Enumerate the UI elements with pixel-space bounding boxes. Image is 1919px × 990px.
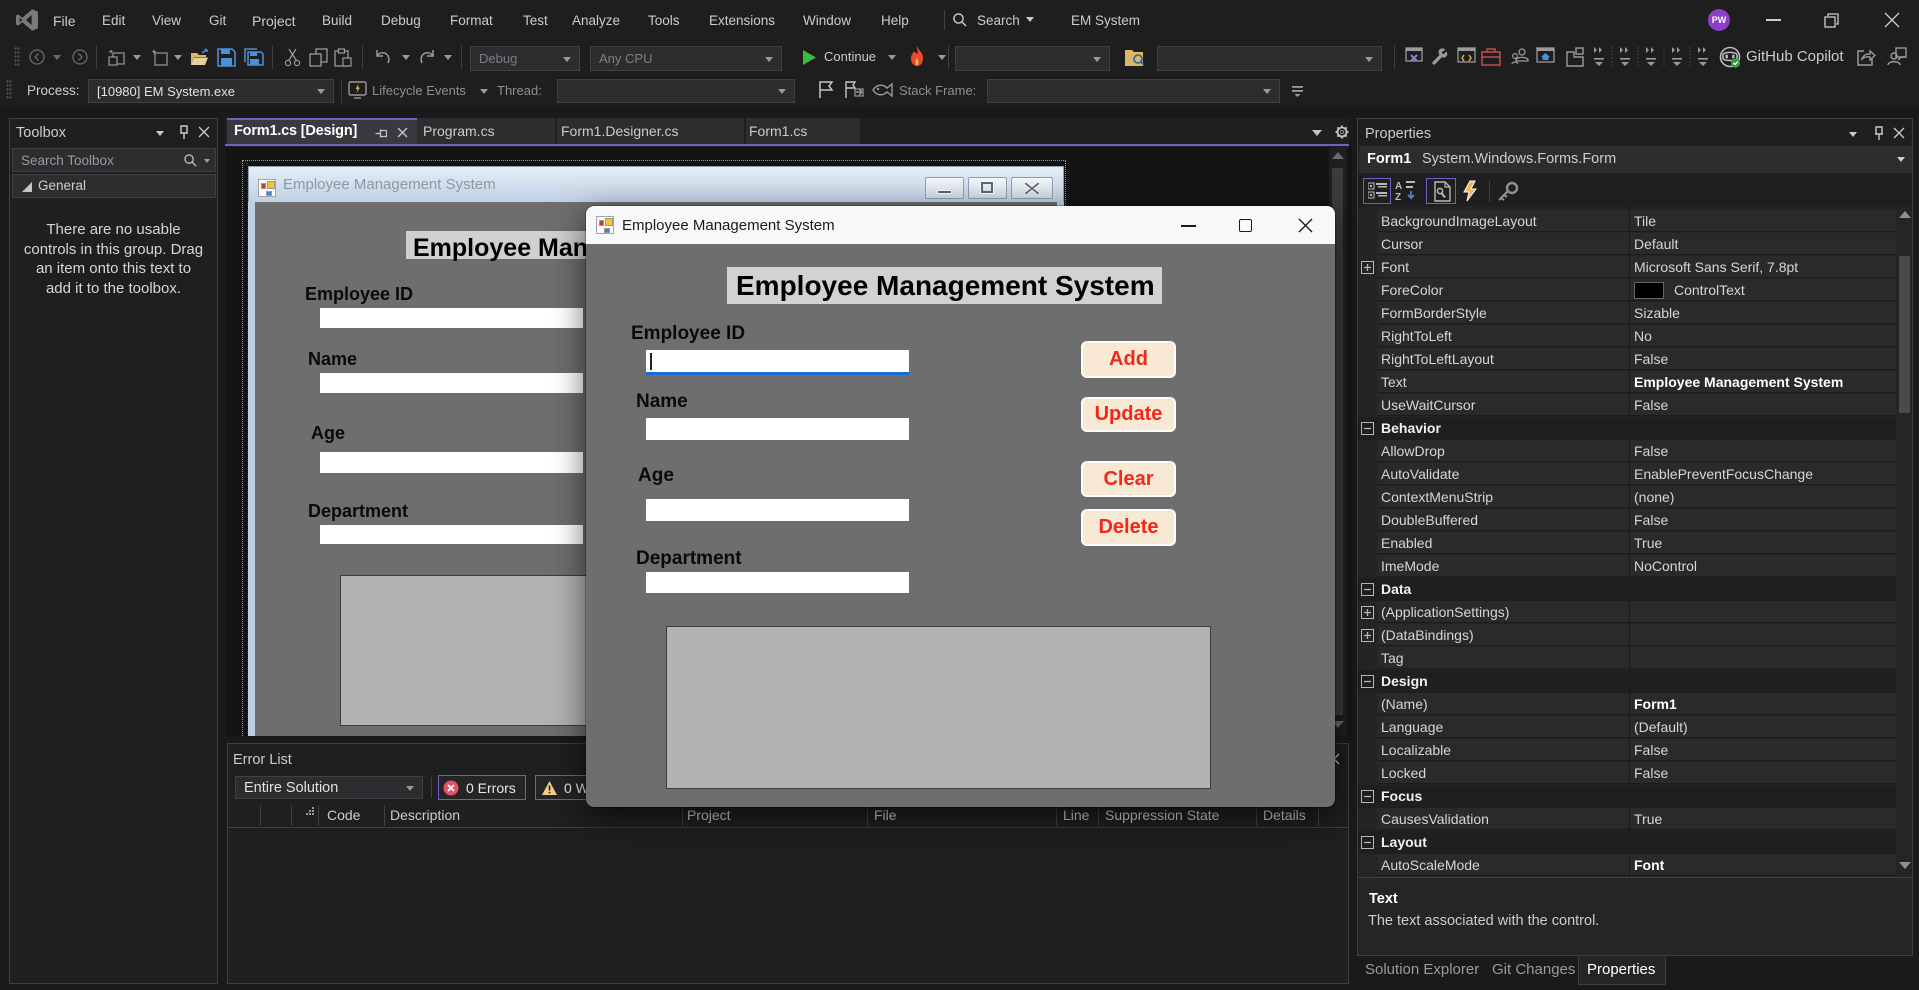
svg-text:A: A <box>1395 181 1402 192</box>
svg-text:Z: Z <box>1395 192 1401 203</box>
